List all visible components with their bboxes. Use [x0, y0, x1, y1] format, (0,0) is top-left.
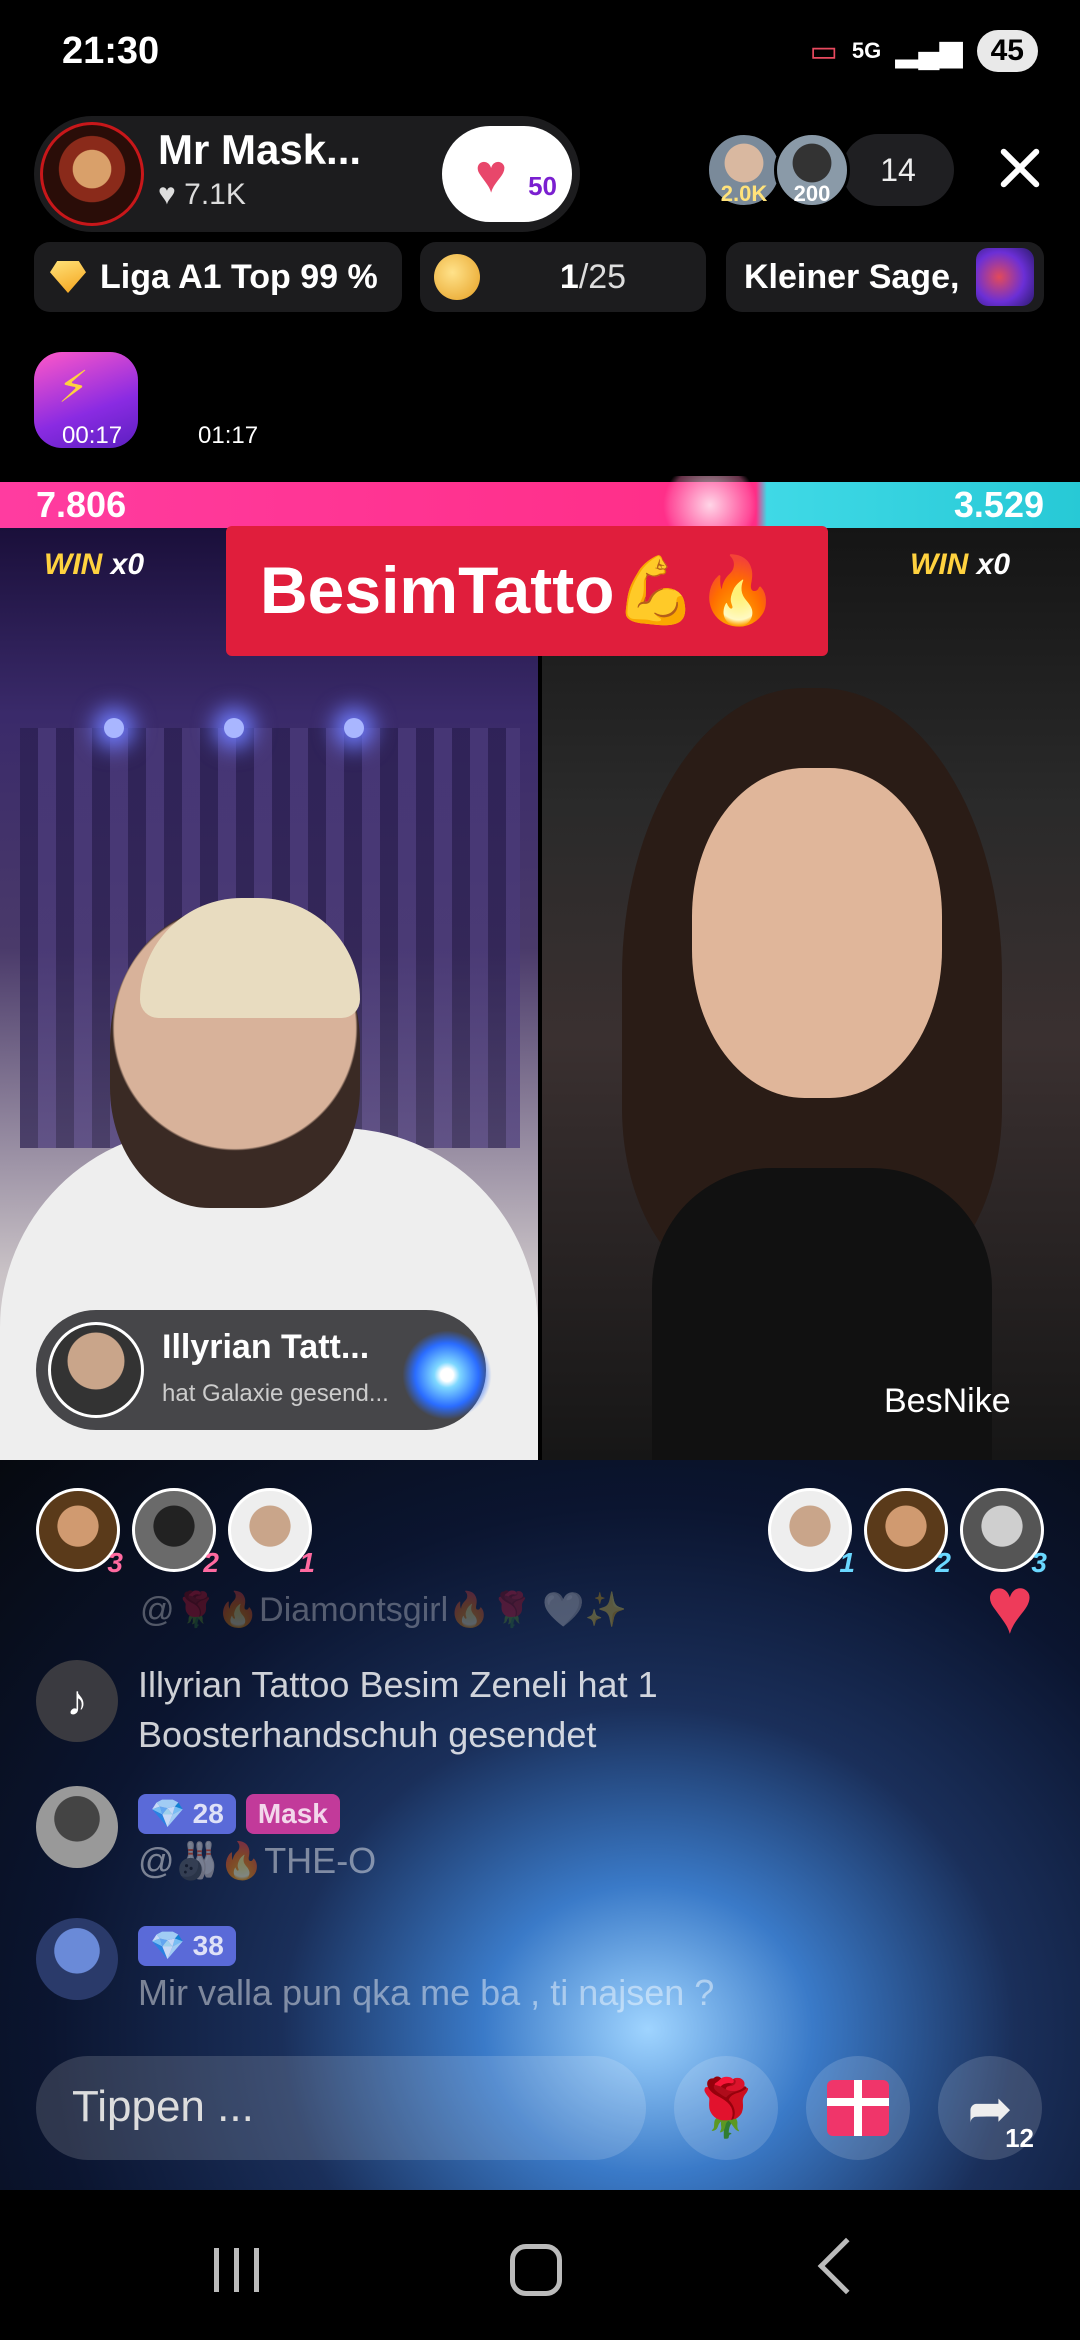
rose-gift-button[interactable]: 🌹 — [674, 2056, 778, 2160]
nebula-gift-icon — [976, 248, 1034, 306]
gifter-avatar — [48, 1322, 144, 1418]
host-likes: ♥ 7.1K — [158, 178, 246, 211]
level-badge: 💎 28 — [138, 1794, 236, 1834]
viewer-count[interactable]: 14 — [842, 134, 954, 206]
lightning-icon: ⚡ — [58, 363, 89, 412]
second-viewer-score: 200 — [793, 181, 831, 206]
comment-input[interactable]: Tippen ... — [36, 2056, 646, 2160]
battle-banner: BesimTatto💪🔥 — [226, 526, 828, 656]
network-type: 5G — [851, 38, 882, 63]
battery-level: 45 — [976, 30, 1038, 72]
rank-number: 3 — [1031, 1547, 1047, 1578]
host-likes-count: 7.1K — [184, 178, 246, 211]
left-supporter-avatar[interactable]: 3 — [36, 1488, 123, 1578]
rank-total: /25 — [578, 257, 627, 296]
level-value: 38 — [192, 1930, 224, 1961]
gift-icon — [827, 2080, 889, 2136]
battle-timer: 01:17 — [198, 422, 259, 449]
ceiling-light — [224, 718, 244, 738]
top-viewer-score: 2.0K — [720, 181, 768, 206]
system-message-line: Illyrian Tattoo Besim Zeneli hat 1 — [138, 1664, 658, 1705]
rose-icon: 🌹 — [691, 2076, 761, 2139]
ceiling-light — [104, 718, 124, 738]
close-icon[interactable] — [990, 138, 1050, 198]
level-value: 28 — [192, 1798, 224, 1829]
rank-number: 1 — [839, 1547, 855, 1578]
system-message-line: Boosterhandschuh gesendet — [138, 1714, 597, 1755]
person-face — [692, 768, 942, 1098]
status-bar: 21:30 ▭ 5G ▂▄▆ 45 — [0, 0, 1080, 108]
fan-level: 50 — [528, 171, 557, 201]
chat-avatar[interactable] — [36, 1786, 118, 1868]
battle-score-bar: 7.806 3.529 — [0, 476, 1080, 534]
fan-club-button[interactable]: ♥ 50 — [442, 126, 572, 222]
chat-message: 💎 28 Mask @🎳🔥THE-O — [138, 1786, 376, 1886]
diamond-icon — [50, 261, 86, 293]
ceiling-light — [344, 718, 364, 738]
league-label: Liga A1 Top 99 % — [100, 257, 378, 296]
host-card[interactable]: Mr Mask... ♥ 7.1K ♥ 50 — [34, 116, 580, 232]
right-supporter-avatar[interactable]: 3 — [960, 1488, 1047, 1578]
cast-icon: ▭ — [809, 34, 838, 68]
gift-notification[interactable]: Illyrian Tatt... hat Galaxie gesend... — [36, 1310, 492, 1430]
floating-heart-icon: ♥ — [986, 1561, 1034, 1650]
viewer-list[interactable]: 2.0K 200 14 — [706, 132, 954, 208]
chat-text: Mir valla pun qka me ba , ti najsen ? — [138, 1972, 715, 2013]
rank-number: 2 — [935, 1547, 951, 1578]
chat-message: 💎 38 Mir valla pun qka me ba , ti najsen… — [138, 1918, 714, 2018]
system-nav-bar — [0, 2196, 1080, 2340]
system-message: Illyrian Tattoo Besim Zeneli hat 1 Boost… — [138, 1660, 658, 1760]
faded-chat-line: @🌹🔥Diamontsgirl🔥🌹 🤍✨ — [140, 1591, 627, 1629]
gift-description: hat Galaxie gesend... — [162, 1380, 389, 1407]
galaxy-gift-icon — [402, 1330, 492, 1420]
signal-icon: ▂▄▆ — [895, 34, 963, 68]
level-badge: 💎 38 — [138, 1926, 236, 1966]
rank-number: 1 — [299, 1547, 315, 1578]
rank-number: 2 — [203, 1547, 219, 1578]
right-video[interactable] — [542, 528, 1080, 1460]
sage-pill[interactable]: Kleiner Sage, — [726, 242, 1044, 312]
clock: 21:30 — [62, 30, 160, 72]
share-button[interactable]: ➦ 12 — [938, 2056, 1042, 2160]
win-count-left: WIN x0 — [44, 548, 144, 582]
comment-placeholder: Tippen ... — [72, 2082, 254, 2131]
recent-apps-icon[interactable] — [214, 2248, 260, 2292]
banner-text: BesimTatto💪🔥 — [260, 553, 779, 627]
share-count: 12 — [1005, 2123, 1034, 2153]
rank-pill[interactable]: 1/25 — [420, 242, 706, 312]
win-label-left: WIN — [44, 548, 103, 581]
gift-button[interactable] — [806, 2056, 910, 2160]
opponent-name: BesNike — [884, 1382, 1011, 1420]
win-value-left: x0 — [110, 548, 145, 581]
chat-avatar[interactable] — [36, 1918, 118, 2000]
back-icon[interactable] — [817, 2237, 875, 2295]
boost-timer: 00:17 — [62, 422, 123, 449]
chat-text: @🎳🔥THE-O — [138, 1840, 377, 1881]
home-icon[interactable] — [510, 2244, 562, 2296]
win-label-right: WIN — [910, 548, 969, 581]
tiktok-icon: ♪ — [36, 1660, 118, 1742]
left-supporter-avatar[interactable]: 2 — [132, 1488, 219, 1578]
fan-heart-icon: ♥ 50 — [475, 144, 557, 204]
left-supporter-avatar[interactable]: 1 — [228, 1488, 315, 1578]
score-right: 3.529 — [953, 484, 1044, 525]
win-count-right: WIN x0 — [910, 548, 1010, 582]
host-avatar[interactable] — [40, 122, 144, 226]
right-supporter-avatar[interactable]: 2 — [864, 1488, 951, 1578]
rank-current: 1 — [559, 257, 579, 296]
top-viewer-avatar[interactable]: 2.0K — [706, 132, 782, 208]
rank-number: 3 — [107, 1547, 123, 1578]
fan-badge: Mask — [245, 1794, 340, 1834]
right-supporter-avatar[interactable]: 1 — [768, 1488, 855, 1578]
host-name: Mr Mask... — [158, 126, 362, 173]
rank-text: 1/25 — [420, 258, 706, 297]
status-icons: ▭ 5G ▂▄▆ 45 — [809, 30, 1038, 72]
league-pill[interactable]: Liga A1 Top 99 % — [34, 242, 402, 312]
second-viewer-avatar[interactable]: 200 — [774, 132, 850, 208]
score-left: 7.806 — [36, 484, 127, 525]
gifter-name: Illyrian Tatt... — [162, 1328, 370, 1366]
win-value-right: x0 — [976, 548, 1011, 581]
sage-label: Kleiner Sage, — [744, 257, 960, 296]
